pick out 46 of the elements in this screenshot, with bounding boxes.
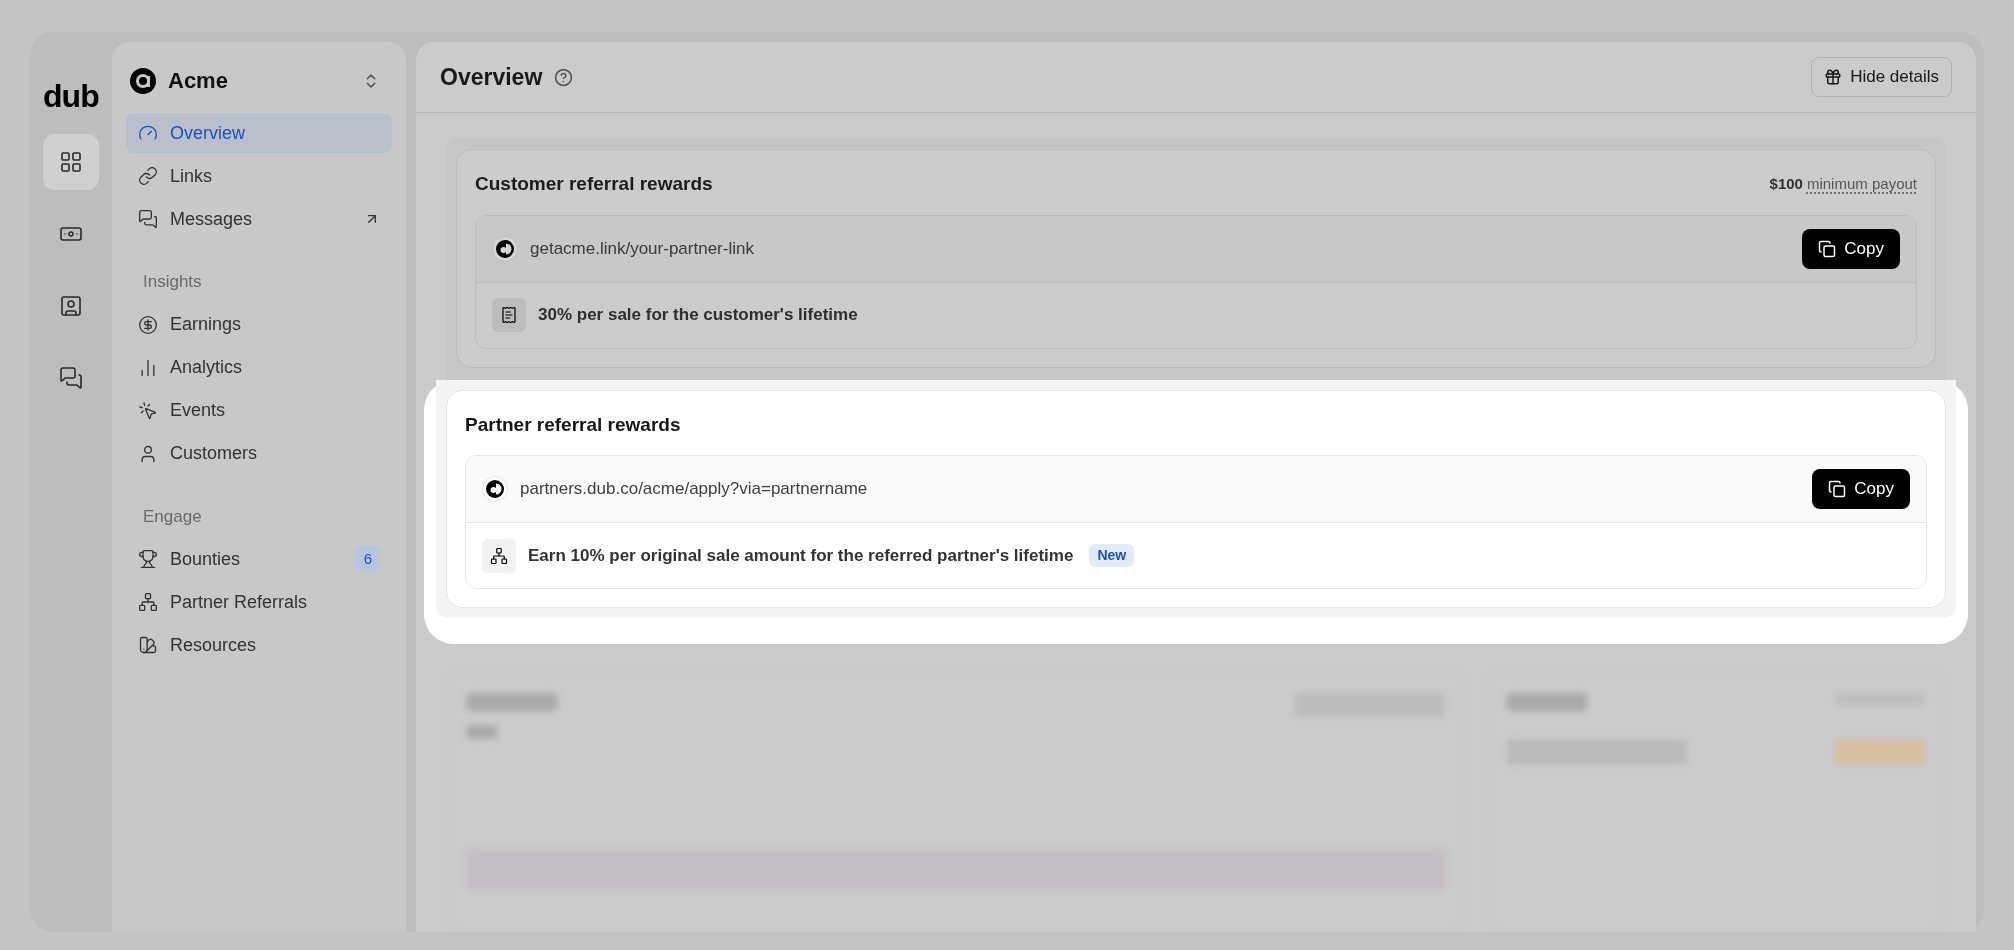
section-heading: Engage [142,505,203,528]
new-badge: New [1089,544,1135,567]
chat-icon [59,366,83,390]
copy-button[interactable]: Copy [1812,469,1910,509]
swatch-icon [138,635,158,655]
copy-button[interactable]: Copy [1802,228,1900,269]
nav-item[interactable]: Analytics [126,347,392,388]
nav-item[interactable]: Bounties 6 [126,539,392,579]
logo-icon [492,235,518,262]
user-card-icon [59,294,83,318]
page-title: Overview [440,62,543,92]
grid-icon [59,150,83,174]
workspace-name: Acme [168,67,228,95]
payout-label: minimum payout [1806,174,1917,194]
network-icon [490,546,508,565]
count-badge: 6 [355,545,380,573]
link-icon [138,166,158,186]
reward-description: 30% per sale for the customer's lifetime [538,304,858,327]
workspace-avatar-icon [130,67,156,94]
rail-button[interactable] [43,134,99,190]
nav-item[interactable]: Links [126,156,392,196]
help-icon[interactable] [554,67,574,87]
nav-item[interactable]: Overview [126,113,392,153]
dollar-icon [138,314,158,335]
reward-description: Earn 10% per original sale amount for the referred partner's lifetime [528,544,1074,567]
receipt-icon [500,306,518,324]
card-title: Customer referral rewards [475,172,713,196]
trophy-icon [138,549,158,569]
hide-details-button[interactable]: Hide details [1811,57,1952,97]
payout-amount: $100 [1769,174,1803,194]
nav-item[interactable]: Messages [126,199,392,239]
section-heading: Insights [142,271,203,293]
nav-item[interactable]: Events [126,390,392,431]
pointer-click-icon [138,400,158,421]
chat-icon [138,209,158,229]
logo-icon [482,476,508,502]
copy-icon [1818,239,1837,258]
nav-item[interactable]: Customers [126,433,392,474]
nav-item[interactable]: Partner Referrals [126,582,392,622]
copy-icon [1828,480,1847,498]
nav-item[interactable]: Resources [126,625,392,665]
card-title: Partner referral rewards [465,412,681,437]
dub-logo: dub [42,77,100,116]
gift-icon [1824,68,1843,86]
nav-item[interactable]: Earnings [126,304,392,345]
network-icon [138,592,158,612]
